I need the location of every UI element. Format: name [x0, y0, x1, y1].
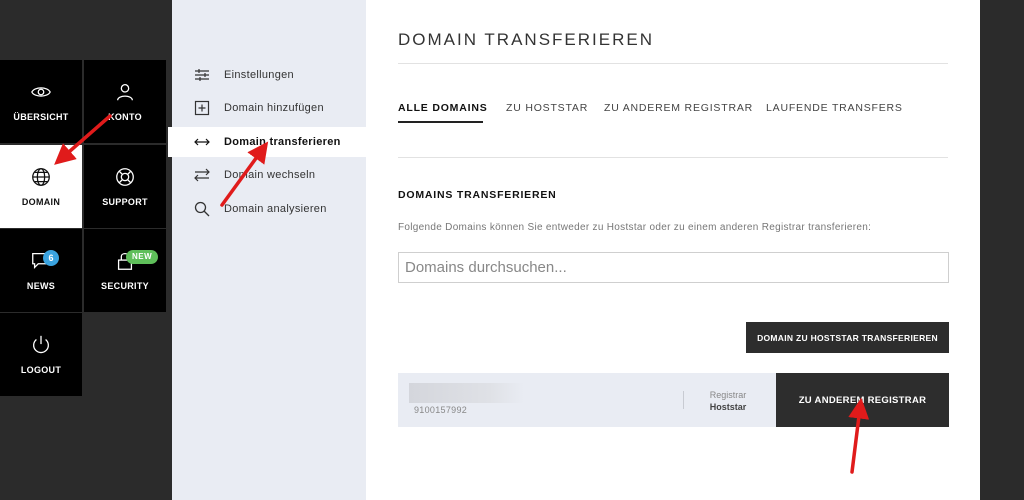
main-content: DOMAIN TRANSFERIEREN ALLE DOMAINS ZU HOS… [366, 0, 980, 500]
domain-id: 9100157992 [414, 405, 468, 415]
subnav-label: Domain hinzufügen [224, 102, 324, 114]
sidebar-tile-support[interactable]: SUPPORT [84, 145, 166, 228]
swap-arrows-icon [194, 168, 210, 182]
subnav-item-domain-transferieren[interactable]: Domain transferieren [168, 127, 366, 157]
tile-label: SECURITY [101, 281, 149, 291]
subnav-label: Domain wechseln [224, 169, 316, 181]
tile-label: NEWS [26, 281, 56, 291]
sidebar-tile-domain[interactable]: DOMAIN [0, 145, 82, 228]
user-icon [117, 84, 133, 101]
divider [398, 157, 948, 158]
sidebar-tile-news[interactable]: NEWS [0, 229, 82, 312]
section-description: Folgende Domains können Sie entweder zu … [398, 222, 872, 233]
tab-alle-domains[interactable]: ALLE DOMAINS [398, 102, 488, 114]
subnav-item-domain-analysieren[interactable]: Domain analysieren [172, 194, 366, 224]
divider [398, 63, 948, 64]
tab-laufende-transfers[interactable]: LAUFENDE TRANSFERS [766, 102, 903, 114]
sliders-icon [195, 69, 209, 81]
subnav-label: Einstellungen [224, 69, 294, 81]
plus-square-icon [194, 100, 210, 116]
subnav-item-domain-hinzufuegen[interactable]: Domain hinzufügen [172, 93, 366, 123]
domain-row: 9100157992 Registrar Hoststar ZU ANDEREM… [398, 373, 949, 427]
subnav-label: Domain analysieren [224, 203, 327, 215]
tile-label: ÜBERSICHT [13, 112, 69, 122]
tile-label: LOGOUT [20, 365, 62, 375]
security-new-badge: NEW [126, 250, 159, 264]
domain-subnav: Einstellungen Domain hinzufügen Domain t… [168, 0, 366, 500]
domain-search-input[interactable] [398, 252, 949, 283]
globe-icon [32, 168, 50, 186]
transfer-to-other-registrar-button[interactable]: ZU ANDEREM REGISTRAR [776, 373, 949, 427]
subnav-item-domain-wechseln[interactable]: Domain wechseln [172, 160, 366, 190]
right-background [980, 0, 1024, 500]
subnav-label: Domain transferieren [224, 136, 341, 148]
tile-label: DOMAIN [21, 197, 61, 207]
section-title: DOMAINS TRANSFERIEREN [398, 189, 557, 201]
search-icon [194, 201, 210, 217]
registrar-value: Hoststar [709, 402, 747, 412]
redacted-domain-name [409, 383, 524, 403]
sidebar-tile-security[interactable]: SECURITY [84, 229, 166, 312]
power-icon [33, 335, 49, 354]
eye-icon [31, 87, 51, 97]
tab-zu-hoststar[interactable]: ZU HOSTSTAR [506, 102, 588, 114]
divider [683, 391, 684, 409]
page-title: DOMAIN TRANSFERIEREN [398, 30, 654, 49]
tab-zu-anderem-registrar[interactable]: ZU ANDEREM REGISTRAR [604, 102, 753, 114]
tile-label: KONTO [108, 112, 142, 122]
transfer-to-hoststar-button[interactable]: DOMAIN ZU HOSTSTAR TRANSFERIEREN [746, 322, 949, 353]
active-tab-indicator [398, 121, 483, 123]
tile-label: SUPPORT [102, 197, 148, 207]
news-count-badge: 6 [43, 250, 59, 266]
double-arrow-icon [194, 138, 210, 146]
lifebuoy-icon [116, 168, 134, 186]
sidebar-tile-konto[interactable]: KONTO [84, 60, 166, 143]
sidebar-tile-uebersicht[interactable]: ÜBERSICHT [0, 60, 82, 143]
registrar-label: Registrar [709, 390, 747, 400]
sidebar-tile-logout[interactable]: LOGOUT [0, 313, 82, 396]
subnav-item-einstellungen[interactable]: Einstellungen [172, 60, 366, 90]
